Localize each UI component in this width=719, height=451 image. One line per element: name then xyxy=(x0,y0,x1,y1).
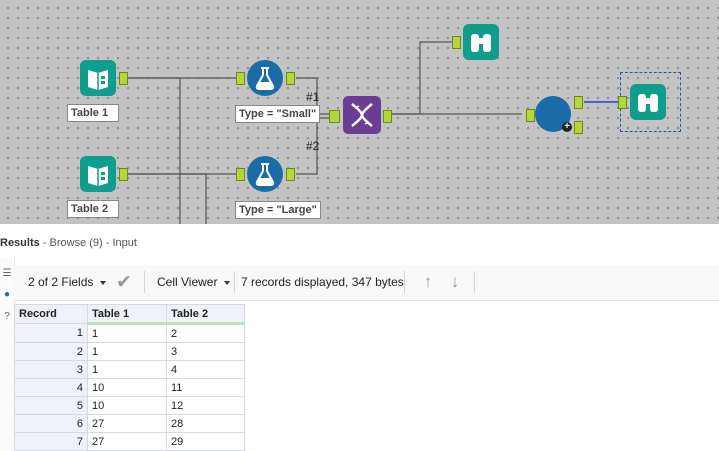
connection-label-1: #1 xyxy=(306,90,320,104)
table-row[interactable]: 3 1 4 xyxy=(14,360,245,379)
table2-cell[interactable]: 11 xyxy=(166,378,245,397)
column-header-table2[interactable]: Table 2 xyxy=(166,304,245,325)
record-cell: 2 xyxy=(14,342,88,361)
record-cell: 1 xyxy=(14,323,88,343)
table2-cell[interactable]: 28 xyxy=(166,414,245,433)
results-subtitle: - Browse (9) - Input xyxy=(42,237,137,249)
table2-cell[interactable]: 29 xyxy=(166,432,245,451)
dna-icon xyxy=(351,103,373,127)
table-row[interactable]: 2 1 3 xyxy=(14,342,245,361)
table2-cell[interactable]: 12 xyxy=(166,396,245,415)
cell-viewer-dropdown[interactable]: Cell Viewer xyxy=(157,275,231,289)
browse-top-tool[interactable] xyxy=(463,24,499,60)
table1-cell[interactable]: 10 xyxy=(87,378,167,397)
record-cell: 3 xyxy=(14,360,88,379)
book-icon xyxy=(88,70,108,90)
fields-label: 2 of 2 Fields xyxy=(28,275,94,289)
cell-viewer-label: Cell Viewer xyxy=(157,275,218,289)
checkmark-icon[interactable]: ✔ xyxy=(116,271,132,294)
record-cell: 4 xyxy=(14,378,88,397)
table1-annotation: Table 1 xyxy=(67,104,119,122)
browse-main-tool[interactable] xyxy=(630,84,666,120)
table2-cell[interactable]: 3 xyxy=(166,342,245,361)
results-sidebar: ☰ ● ? xyxy=(0,258,15,451)
table1-cell[interactable]: 10 xyxy=(87,396,167,415)
book-icon xyxy=(88,166,108,186)
chevron-down-icon xyxy=(100,280,107,285)
results-grid[interactable]: Record Table 1 Table 2 1 1 2 2 1 3 3 1 4… xyxy=(14,304,245,451)
binoculars-icon xyxy=(471,34,491,52)
binoculars-icon xyxy=(638,94,658,112)
status-text: 7 records displayed, 347 bytes xyxy=(241,275,404,289)
record-cell: 5 xyxy=(14,396,88,415)
results-toolbar: 2 of 2 Fields ✔ Cell Viewer 7 records di… xyxy=(14,265,719,301)
filter-large-tool[interactable] xyxy=(247,156,283,192)
table1-cell[interactable]: 1 xyxy=(87,342,167,361)
table1-cell[interactable]: 27 xyxy=(87,414,167,433)
record-cell: 7 xyxy=(14,432,88,451)
table2-output-anchor[interactable] xyxy=(119,168,128,181)
column-header-record[interactable]: Record xyxy=(14,304,88,324)
table2-annotation: Table 2 xyxy=(67,200,119,218)
workflow-canvas[interactable]: Table 1 Table 2 Type = "Small" Type = "L… xyxy=(0,0,719,224)
input-table1-tool[interactable] xyxy=(80,60,116,96)
table-row[interactable]: 5 10 12 xyxy=(14,396,245,415)
filter-small-annotation: Type = "Small" xyxy=(235,105,321,123)
table-row[interactable]: 6 27 28 xyxy=(14,414,245,433)
arrow-down-icon[interactable]: ↓ xyxy=(446,272,464,292)
filter-small-tool[interactable] xyxy=(247,60,283,96)
results-header: Results - Browse (9) - Input xyxy=(0,228,719,256)
record-cell: 6 xyxy=(14,414,88,433)
binoculars-small-icon[interactable]: ● xyxy=(2,290,12,300)
results-title-label: Results xyxy=(0,237,40,249)
table-row[interactable]: 1 1 2 xyxy=(14,323,245,343)
toolbar-divider xyxy=(404,271,405,293)
filter-small-output-anchor[interactable] xyxy=(286,72,295,85)
arrow-up-icon[interactable]: ↑ xyxy=(419,272,437,292)
union-input-anchor[interactable] xyxy=(329,110,340,123)
input-table2-tool[interactable] xyxy=(80,156,116,192)
union-output-anchor[interactable] xyxy=(383,110,392,123)
connection-label-2: #2 xyxy=(306,139,320,153)
grid-header-row: Record Table 1 Table 2 xyxy=(14,304,245,325)
toolbar-divider xyxy=(474,271,475,293)
union-tool[interactable] xyxy=(343,96,381,134)
join-input-anchor[interactable] xyxy=(526,109,535,122)
filter-large-input-anchor[interactable] xyxy=(236,168,245,181)
table1-cell[interactable]: 1 xyxy=(87,360,167,379)
table-row[interactable]: 4 10 11 xyxy=(14,378,245,397)
browse-top-input-anchor[interactable] xyxy=(452,36,461,49)
table2-cell[interactable]: 4 xyxy=(166,360,245,379)
flask-icon xyxy=(255,67,275,90)
filter-large-output-anchor[interactable] xyxy=(286,168,295,181)
toolbar-divider xyxy=(234,271,235,293)
table2-cell[interactable]: 2 xyxy=(166,323,245,343)
filter-small-input-anchor[interactable] xyxy=(236,72,245,85)
chevron-down-icon xyxy=(224,280,231,285)
help-icon[interactable]: ? xyxy=(2,312,12,322)
flask-icon xyxy=(255,163,275,186)
column-header-table1[interactable]: Table 1 xyxy=(87,304,167,325)
results-title: Results - Browse (9) - Input xyxy=(0,237,137,249)
table1-cell[interactable]: 1 xyxy=(87,323,167,343)
toolbar-divider xyxy=(144,271,145,293)
table1-cell[interactable]: 27 xyxy=(87,432,167,451)
browse-main-input-anchor[interactable] xyxy=(618,96,627,109)
filter-large-annotation: Type = "Large" xyxy=(235,201,321,219)
join-output-anchor-bottom[interactable] xyxy=(574,121,583,134)
fields-dropdown[interactable]: 2 of 2 Fields xyxy=(28,275,107,289)
list-icon[interactable]: ☰ xyxy=(2,269,12,279)
plus-icon: + xyxy=(562,122,572,132)
table1-output-anchor[interactable] xyxy=(119,72,128,85)
join-output-anchor-top[interactable] xyxy=(574,96,583,109)
table-row[interactable]: 7 27 29 xyxy=(14,432,245,451)
